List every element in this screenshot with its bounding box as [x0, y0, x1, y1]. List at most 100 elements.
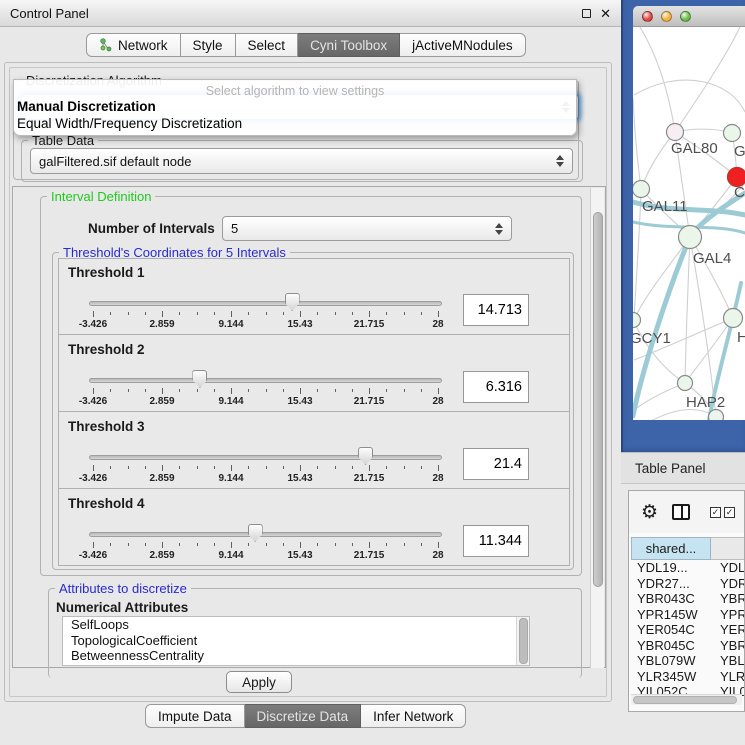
scrollbar-thumb[interactable] [593, 212, 603, 587]
dropdown-item-equal-width[interactable]: Equal Width/Frequency Discretization [14, 115, 576, 132]
network-node-h[interactable] [724, 309, 743, 328]
tick-label: -3.426 [79, 319, 107, 330]
network-edge[interactable] [685, 237, 690, 383]
vertical-scrollbar[interactable] [590, 188, 604, 668]
column-header-shared-name[interactable]: shared... [631, 537, 711, 560]
network-node-gal80[interactable] [667, 124, 684, 141]
tab-label: Impute Data [158, 709, 232, 724]
num-intervals-combobox[interactable]: 5 [222, 216, 512, 241]
cell-name[interactable]: YER0 [711, 622, 745, 638]
cell-shared-name[interactable]: YBR043C [631, 591, 711, 607]
slider-thumb[interactable] [192, 370, 207, 388]
cell-name[interactable]: YLR3 [711, 669, 745, 685]
minimize-light[interactable] [661, 11, 672, 22]
network-edge[interactable] [634, 80, 745, 112]
network-window-titlebar[interactable] [633, 6, 745, 27]
close-light[interactable] [642, 11, 653, 22]
network-canvas[interactable]: GAL80GCGAL11GAL4GCY1HHAP2 [633, 27, 745, 420]
threshold-slider[interactable]: -3.4262.8599.14415.4321.71528 [87, 413, 444, 489]
attribute-list-item[interactable]: TopologicalCoefficient [63, 633, 529, 649]
split-view-icon[interactable] [672, 504, 690, 520]
cell-name[interactable]: YBR0 [711, 591, 745, 607]
network-node-gcy1[interactable] [633, 313, 641, 328]
threshold-value-field[interactable]: 11.344 [463, 525, 529, 557]
table-row[interactable]: YBR043CYBR0 [631, 591, 745, 607]
cell-name[interactable]: YDL1 [711, 560, 745, 576]
threshold-slider[interactable]: -3.4262.8599.14415.4321.71528 [87, 490, 444, 566]
table-row[interactable]: YER054CYER0 [631, 622, 745, 638]
dropdown-hint-item[interactable]: Select algorithm to view settings [14, 80, 576, 98]
network-edge[interactable] [640, 27, 675, 132]
table-row[interactable]: YLR345WYLR3 [631, 669, 745, 685]
dropdown-item-manual[interactable]: Manual Discretization [14, 98, 576, 115]
slider-track[interactable] [89, 301, 442, 306]
network-node-gal4[interactable] [679, 226, 702, 249]
tick-label: 21.715 [354, 473, 385, 484]
slider-thumb[interactable] [248, 524, 263, 542]
slider-thumb[interactable] [358, 447, 373, 465]
checkbox-icon[interactable]: ✓ [724, 507, 735, 518]
network-node-gal11[interactable] [633, 181, 650, 198]
table-row[interactable]: YPR145WYPR1 [631, 607, 745, 623]
network-node-g[interactable] [724, 125, 741, 142]
cell-name[interactable]: YBR0 [711, 638, 745, 654]
slider-track[interactable] [89, 378, 442, 383]
scrollbar-thumb[interactable] [519, 618, 528, 664]
scrollbar-thumb[interactable] [633, 696, 737, 704]
numerical-attributes-list[interactable]: SelfLoopsTopologicalCoefficientBetweenne… [62, 616, 530, 666]
node-label: H [737, 329, 745, 346]
cell-shared-name[interactable]: YBR045C [631, 638, 711, 654]
close-icon[interactable]: ✕ [600, 7, 611, 20]
tab-select[interactable]: Select [236, 33, 299, 57]
tick-minor [317, 466, 318, 469]
threshold-value-field[interactable]: 14.713 [463, 294, 529, 326]
network-edge[interactable] [641, 132, 675, 189]
slider-track[interactable] [89, 532, 442, 537]
tab-jactivemnodules[interactable]: jActiveMNodules [400, 33, 526, 57]
checkbox-icon[interactable]: ✓ [710, 507, 721, 518]
gear-icon[interactable]: ⚙ [641, 503, 658, 522]
threshold-slider[interactable]: -3.4262.8599.14415.4321.71528 [87, 336, 444, 412]
network-node-hap2[interactable] [678, 376, 693, 391]
table-data-combobox[interactable]: galFiltered.sif default node [30, 148, 573, 174]
network-edge[interactable] [634, 189, 641, 320]
cell-name[interactable]: YPR1 [711, 607, 745, 623]
table-row[interactable]: YBL079WYBL0 [631, 653, 745, 669]
tick-label: 28 [432, 550, 443, 561]
threshold-value-field[interactable]: 21.4 [463, 448, 529, 480]
tab-style[interactable]: Style [181, 33, 236, 57]
column-header-name[interactable]: na [711, 537, 745, 560]
horizontal-scrollbar[interactable] [631, 694, 742, 705]
zoom-light[interactable] [680, 11, 691, 22]
cell-name[interactable]: YDR2 [711, 576, 745, 592]
table-row[interactable]: YBR045CYBR0 [631, 638, 745, 654]
attribute-list-item[interactable]: SelfLoops [63, 617, 529, 633]
tab-discretize-data[interactable]: Discretize Data [245, 704, 362, 728]
tab-cyni-toolbox[interactable]: Cyni Toolbox [298, 33, 400, 57]
threshold-slider[interactable]: -3.4262.8599.14415.4321.71528 [87, 259, 444, 335]
cell-shared-name[interactable]: YBL079W [631, 653, 711, 669]
tab-network[interactable]: Network [86, 33, 181, 57]
tab-infer-network[interactable]: Infer Network [361, 704, 466, 728]
table-row[interactable]: YDR27...YDR2 [631, 576, 745, 592]
slider-track[interactable] [89, 455, 442, 460]
table-row[interactable]: YDL19...YDL1 [631, 560, 745, 576]
network-edge[interactable] [634, 409, 716, 420]
network-node[interactable] [709, 410, 724, 421]
cell-shared-name[interactable]: YLR345W [631, 669, 711, 685]
apply-button[interactable]: Apply [226, 671, 292, 693]
threshold-value-field[interactable]: 6.316 [463, 371, 529, 403]
cell-name[interactable]: YBL0 [711, 653, 745, 669]
slider-thumb[interactable] [285, 293, 300, 311]
table-header-row: shared... na [631, 537, 745, 560]
cell-shared-name[interactable]: YER054C [631, 622, 711, 638]
tab-impute-data[interactable]: Impute Data [145, 704, 245, 728]
attribute-list-item[interactable]: BetweennessCentrality [63, 648, 529, 664]
list-scrollbar[interactable] [516, 617, 529, 665]
tick-minor [317, 543, 318, 546]
float-window-icon[interactable] [582, 9, 591, 18]
cell-shared-name[interactable]: YDL19... [631, 560, 711, 576]
network-edge[interactable] [633, 98, 641, 189]
cell-shared-name[interactable]: YPR145W [631, 607, 711, 623]
cell-shared-name[interactable]: YDR27... [631, 576, 711, 592]
